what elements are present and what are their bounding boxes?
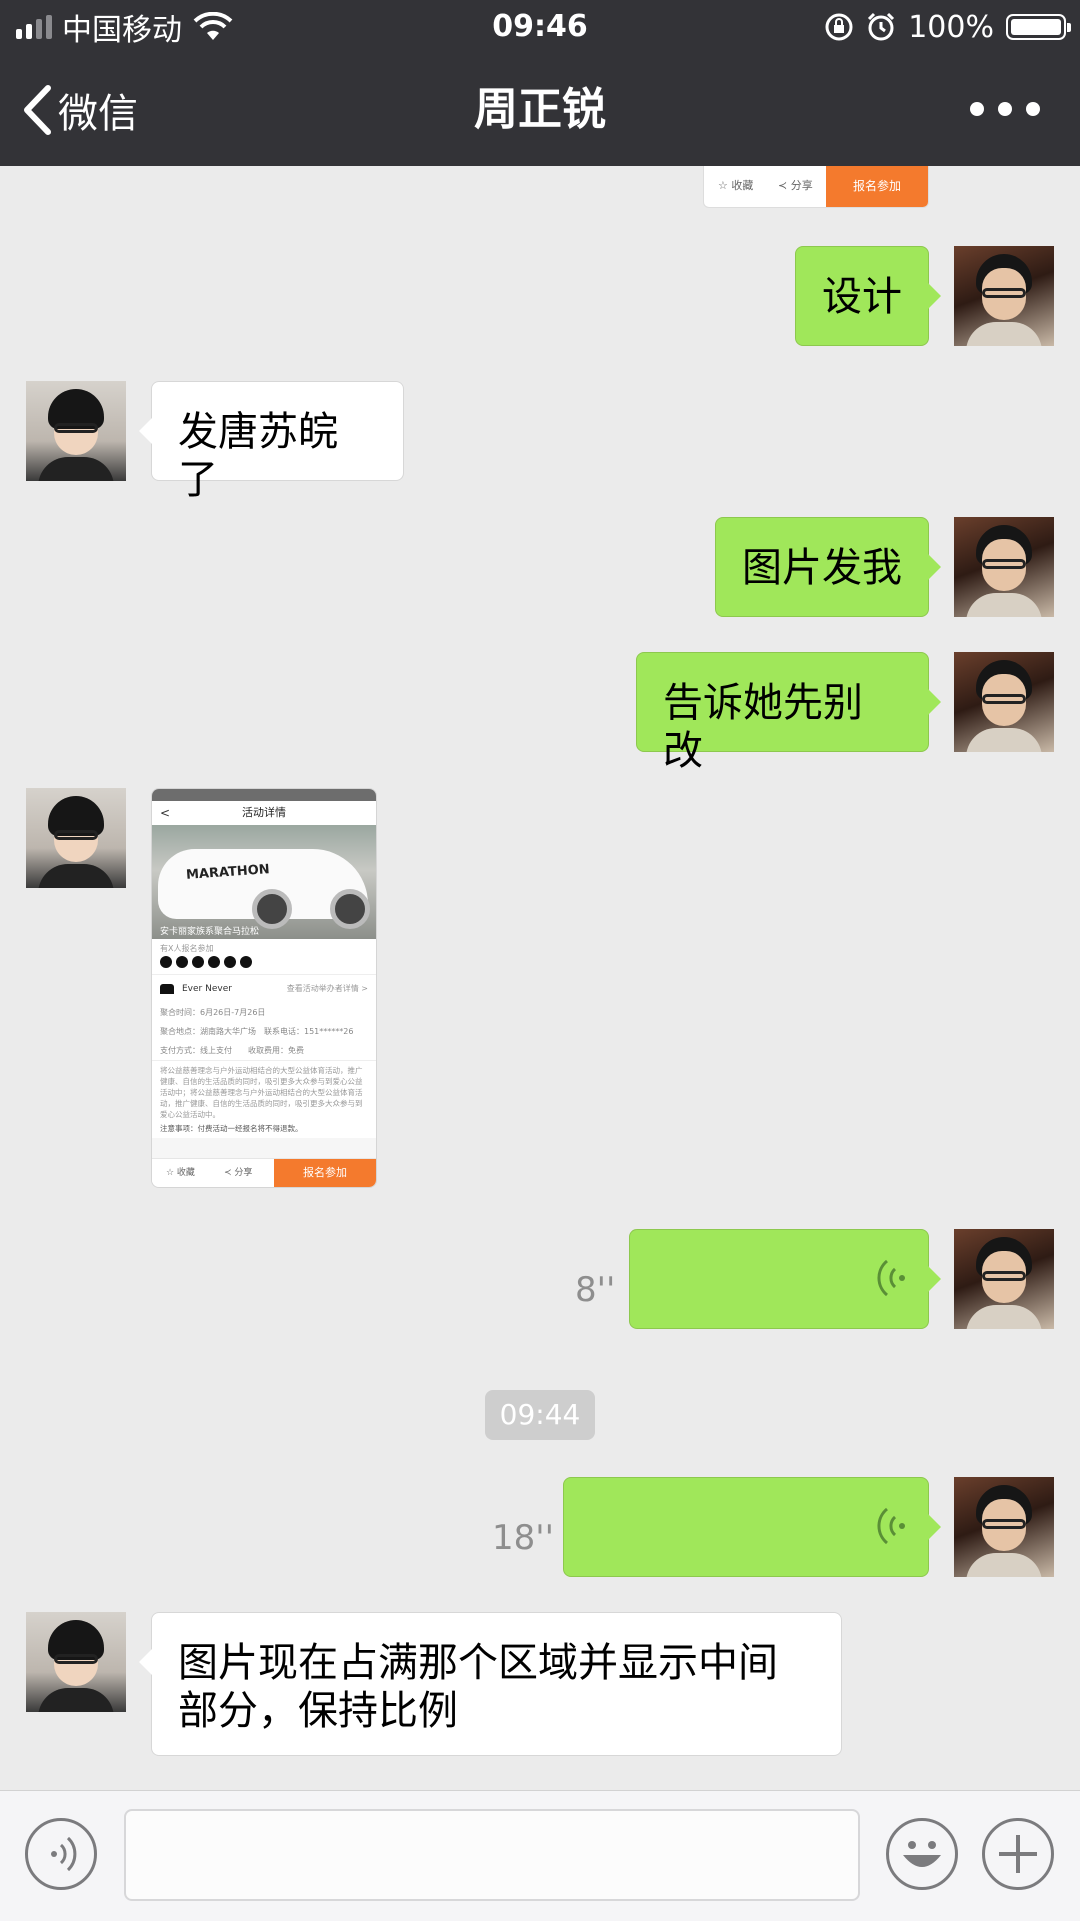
message-received[interactable]: 图片现在占满那个区域并显示中间部分，保持比例 xyxy=(139,1612,842,1756)
timestamp: 09:44 xyxy=(485,1390,595,1440)
avatar-self[interactable] xyxy=(954,517,1054,617)
voice-wave-icon xyxy=(877,1507,905,1545)
image-action-bar: ☆ 收藏 ≺ 分享 报名参加 xyxy=(152,1158,376,1187)
card-signup-button[interactable]: 报名参加 xyxy=(826,166,928,207)
alarm-icon xyxy=(868,12,895,41)
emoji-icon xyxy=(903,1841,941,1867)
orientation-lock-icon xyxy=(825,13,853,41)
status-right: 100% xyxy=(824,0,1071,54)
avatar-self[interactable] xyxy=(954,1477,1054,1577)
status-bar: 中国移动 09:46 100% xyxy=(0,0,1080,54)
time-row: 聚合时间：6月26日-7月26日 xyxy=(152,1003,376,1022)
voice-input-button[interactable] xyxy=(25,1818,97,1890)
image-signup: 报名参加 xyxy=(274,1159,376,1187)
card-favorite[interactable]: ☆ 收藏 xyxy=(718,166,753,207)
avatar-contact[interactable] xyxy=(26,788,126,888)
place-row: 聚合地点：湖南路大华广场 联系电话：151******26 xyxy=(152,1022,376,1041)
image-chevron-left-icon: < xyxy=(160,806,171,820)
image-share: ≺ 分享 xyxy=(224,1168,253,1178)
avatar-contact[interactable] xyxy=(26,1612,126,1712)
emoji-button[interactable] xyxy=(886,1818,958,1890)
image-header: < 活动详情 xyxy=(152,801,376,825)
organizer-link: 查看活动举办者详情 > xyxy=(286,984,368,993)
avatar-self[interactable] xyxy=(954,246,1054,346)
voice-message[interactable] xyxy=(629,1229,941,1329)
organizer-name: Ever Never xyxy=(182,984,232,994)
chat-title: 周正锐 xyxy=(474,84,606,135)
card-share[interactable]: ≺ 分享 xyxy=(778,166,813,207)
battery-icon xyxy=(1006,14,1071,40)
plus-icon xyxy=(999,1835,1037,1873)
voice-duration: 8'' xyxy=(575,1270,616,1310)
battery-percent: 100% xyxy=(908,9,994,45)
more-button[interactable] xyxy=(970,94,1040,124)
chat-area[interactable]: ☆ 收藏 ≺ 分享 报名参加 设计 发唐苏皖了 图片发我 告诉她先别改 < 活动… xyxy=(0,166,1080,1790)
notice: 注意事项：付费活动一经报名将不得退款。 xyxy=(152,1122,376,1138)
message-input[interactable] xyxy=(124,1809,860,1901)
more-icon xyxy=(970,102,984,116)
nav-bar: 微信 周正锐 xyxy=(0,54,1080,166)
photo-caption: 安卡丽家族系聚合马拉松 xyxy=(160,927,260,937)
voice-message[interactable] xyxy=(563,1477,941,1577)
avatar-contact[interactable] xyxy=(26,381,126,481)
shared-card-bottom[interactable]: ☆ 收藏 ≺ 分享 报名参加 xyxy=(703,166,929,208)
image-statusbar xyxy=(152,789,376,801)
hat-icon xyxy=(160,983,174,994)
message-received[interactable]: 发唐苏皖了 xyxy=(139,381,404,503)
car-wheel xyxy=(252,889,292,929)
pay-row: 支付方式：线上支付 收取费用：免费 xyxy=(152,1041,376,1060)
image-message[interactable]: < 活动详情 MARATHON 安卡丽家族系聚合马拉松 有X人报名参加 Ever… xyxy=(151,788,377,1188)
image-car-photo: MARATHON 安卡丽家族系聚合马拉松 xyxy=(152,825,376,939)
organizer-row: Ever Never 查看活动举办者详情 > xyxy=(152,974,376,1003)
avatar-self[interactable] xyxy=(954,652,1054,752)
input-bar xyxy=(0,1790,1080,1921)
plus-button[interactable] xyxy=(982,1818,1054,1890)
voice-duration: 18'' xyxy=(492,1518,554,1558)
description: 将公益慈善理念与户外运动相结合的大型公益体育活动，推广健康、自信的生活品质的同时… xyxy=(152,1060,376,1122)
car-wheel xyxy=(330,889,370,929)
avatar-self[interactable] xyxy=(954,1229,1054,1329)
image-favorite: ☆ 收藏 xyxy=(166,1168,195,1178)
registered-avatars xyxy=(152,954,376,974)
message-sent[interactable]: 设计 xyxy=(795,246,941,346)
image-header-title: 活动详情 xyxy=(242,806,286,819)
voice-wave-icon xyxy=(877,1259,905,1297)
message-sent[interactable]: 告诉她先别改 xyxy=(636,652,941,774)
voice-input-icon xyxy=(51,1836,77,1872)
message-sent[interactable]: 图片发我 xyxy=(715,517,941,617)
registered-label: 有X人报名参加 xyxy=(152,939,376,954)
